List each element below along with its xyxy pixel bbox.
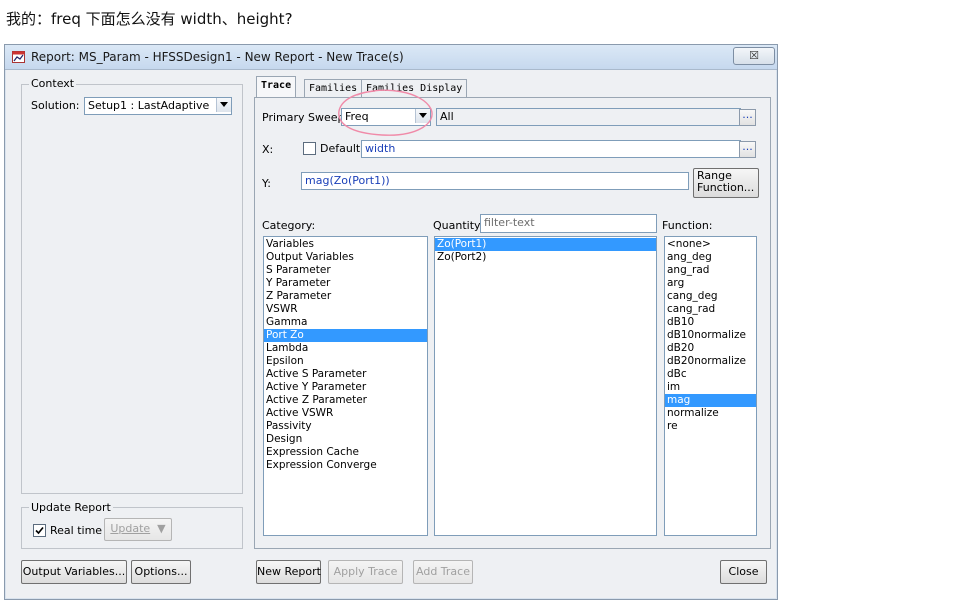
default-label: Default (320, 142, 361, 155)
sweep-values-text: All (440, 110, 454, 123)
function-list-item[interactable]: dB20 (665, 342, 756, 355)
category-list-item[interactable]: Passivity (264, 420, 427, 433)
x-expression-value: width (365, 142, 396, 155)
category-list[interactable]: Variables Output Variables S Parameter Y Pa… (263, 236, 428, 536)
y-expression-value: mag(Zo(Port1)) (305, 174, 390, 187)
function-list-item[interactable]: cang_rad (665, 303, 756, 316)
category-list-item[interactable]: Port Zo (264, 329, 427, 342)
function-list-item[interactable]: <none> (665, 238, 756, 251)
function-items: <none> ang_deg ang_rad arg cang_deg cang_rad d… (665, 237, 756, 433)
function-list-item[interactable]: cang_deg (665, 290, 756, 303)
realtime-label: Real time (50, 524, 103, 537)
solution-label: Solution: (31, 99, 80, 112)
function-list-item[interactable]: normalize (665, 407, 756, 420)
category-list-item[interactable]: Output Variables (264, 251, 427, 264)
tab-trace[interactable]: Trace (256, 76, 297, 97)
category-items: Variables Output Variables S Parameter Y Pa… (264, 237, 427, 472)
quantity-items: Zo(Port1) Zo(Port2) (435, 237, 656, 264)
close-window-button[interactable]: ☒ (733, 47, 775, 65)
category-list-item[interactable]: Active Z Parameter (264, 394, 427, 407)
y-label: Y: (262, 177, 271, 190)
update-report-label: Update Report (29, 501, 113, 514)
quantity-list-item[interactable]: Zo(Port1) (435, 238, 656, 251)
function-list-item[interactable]: ang_rad (665, 264, 756, 277)
function-list[interactable]: <none> ang_deg ang_rad arg cang_deg cang_rad d… (664, 236, 757, 536)
x-ellipsis-button[interactable]: ... (739, 141, 756, 158)
close-icon: ☒ (749, 49, 759, 62)
annotation-circle (338, 89, 433, 136)
report-dialog: Report: MS_Param - HFSSDesign1 - New Rep… (4, 44, 778, 600)
function-list-item[interactable]: dB20normalize (665, 355, 756, 368)
category-list-item[interactable]: Expression Cache (264, 446, 427, 459)
category-list-item[interactable]: Active VSWR (264, 407, 427, 420)
add-trace-button[interactable]: Add Trace (413, 560, 473, 584)
options-button[interactable]: Options... (131, 560, 191, 584)
default-checkbox[interactable] (303, 142, 316, 155)
range-function-button[interactable]: Range Function... (693, 168, 759, 198)
category-list-item[interactable]: Epsilon (264, 355, 427, 368)
function-list-item[interactable]: im (665, 381, 756, 394)
solution-select[interactable]: Setup1 : LastAdaptive (84, 97, 232, 115)
category-list-item[interactable]: Active Y Parameter (264, 381, 427, 394)
quantity-filter-placeholder: filter-text (484, 216, 535, 229)
category-list-item[interactable]: VSWR (264, 303, 427, 316)
function-list-item[interactable]: mag (665, 394, 756, 407)
function-list-item[interactable]: re (665, 420, 756, 433)
category-list-item[interactable]: S Parameter (264, 264, 427, 277)
check-icon (35, 526, 44, 535)
report-icon (12, 51, 25, 63)
dropdown-arrow-icon: ▼ (153, 522, 166, 535)
function-list-item[interactable]: ang_deg (665, 251, 756, 264)
output-variables-button[interactable]: Output Variables... (21, 560, 127, 584)
category-list-item[interactable]: Expression Converge (264, 459, 427, 472)
x-expression-field[interactable]: width (361, 140, 741, 158)
close-button[interactable]: Close (720, 560, 767, 584)
quantity-filter-input[interactable]: filter-text (480, 214, 657, 233)
apply-trace-button[interactable]: Apply Trace (328, 560, 403, 584)
y-expression-field[interactable]: mag(Zo(Port1)) (301, 172, 689, 190)
range-function-line2: Function... (697, 181, 755, 194)
quantity-list-item[interactable]: Zo(Port2) (435, 251, 656, 264)
question-text: 我的：freq 下面怎么没有 width、height? (6, 10, 293, 28)
category-label: Category: (262, 219, 316, 232)
category-list-item[interactable]: Y Parameter (264, 277, 427, 290)
function-list-item[interactable]: dB10 (665, 316, 756, 329)
x-label: X: (262, 143, 274, 156)
new-report-button[interactable]: New Report (256, 560, 321, 584)
chevron-down-icon[interactable] (216, 98, 231, 112)
update-button-label: Update (110, 522, 151, 535)
quantity-label: Quantity: (433, 219, 484, 232)
category-list-item[interactable]: Lambda (264, 342, 427, 355)
update-button[interactable]: Update ▼ (104, 518, 172, 541)
function-list-item[interactable]: arg (665, 277, 756, 290)
category-list-item[interactable]: Variables (264, 238, 427, 251)
solution-value: Setup1 : LastAdaptive (88, 99, 210, 112)
window-title: Report: MS_Param - HFSSDesign1 - New Rep… (31, 50, 404, 64)
function-label: Function: (662, 219, 713, 232)
category-list-item[interactable]: Design (264, 433, 427, 446)
function-list-item[interactable]: dB10normalize (665, 329, 756, 342)
realtime-checkbox[interactable] (33, 524, 46, 537)
title-bar: Report: MS_Param - HFSSDesign1 - New Rep… (5, 45, 777, 70)
context-group (21, 84, 243, 494)
sweep-values-ellipsis-button[interactable]: ... (739, 109, 756, 126)
context-group-label: Context (29, 77, 77, 90)
sweep-values-field[interactable]: All (436, 108, 741, 126)
function-list-item[interactable]: dBc (665, 368, 756, 381)
quantity-list[interactable]: Zo(Port1) Zo(Port2) (434, 236, 657, 536)
category-list-item[interactable]: Active S Parameter (264, 368, 427, 381)
category-list-item[interactable]: Gamma (264, 316, 427, 329)
category-list-item[interactable]: Z Parameter (264, 290, 427, 303)
